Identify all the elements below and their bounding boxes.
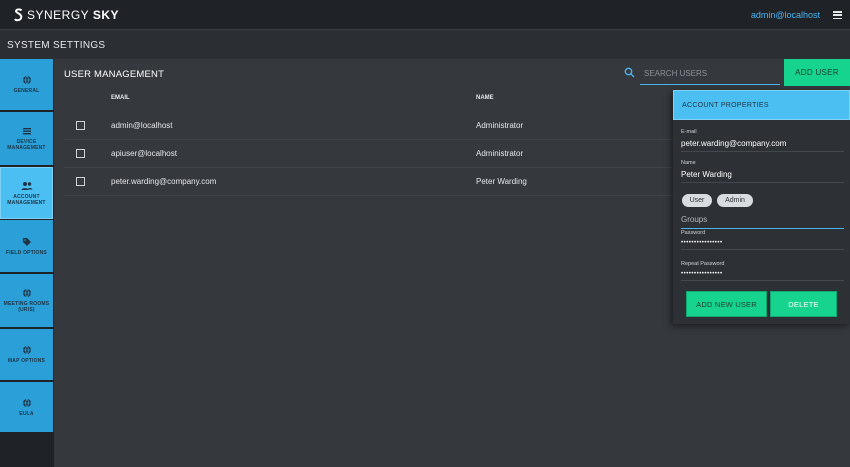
- globe-icon: [22, 75, 31, 85]
- search-input[interactable]: [640, 63, 780, 85]
- email-label: E-mail: [681, 129, 697, 135]
- synergy-logo-icon: [14, 8, 23, 22]
- hamburger-menu-icon[interactable]: [833, 11, 842, 19]
- table-row[interactable]: apiuser@localhost Administrator: [64, 140, 674, 168]
- tag-icon: [22, 237, 31, 246]
- sidebar-item-label: DEVICE MANAGEMENT: [7, 139, 46, 151]
- add-new-user-button[interactable]: ADD NEW USER: [686, 291, 767, 317]
- name-label: Name: [681, 160, 696, 166]
- sidebar-item-label: FIELD OPTIONS: [6, 249, 47, 256]
- password-label: Password: [681, 230, 706, 236]
- column-header-email[interactable]: EMAIL: [111, 95, 130, 101]
- table-header: EMAIL NAME: [54, 93, 674, 105]
- cell-email: apiuser@localhost: [111, 149, 177, 158]
- delete-button[interactable]: DELETE: [770, 291, 837, 317]
- sidebar-item-eula[interactable]: EULA: [0, 382, 53, 433]
- panel-title: ACCOUNT PROPERTIES: [682, 102, 769, 109]
- section-title: USER MANAGEMENT: [64, 69, 165, 80]
- repeat-password-field[interactable]: ••••••••••••••••: [681, 271, 844, 281]
- globe-icon: [22, 288, 31, 298]
- globe-icon: [22, 398, 31, 407]
- brand-name: SYNERGY SKY: [27, 8, 119, 22]
- globe-icon: [22, 345, 31, 355]
- sidebar-item-account-management[interactable]: ACCOUNT MANAGEMENT: [0, 167, 53, 219]
- sidebar-item-device-management[interactable]: DEVICE MANAGEMENT: [0, 112, 53, 166]
- cell-email: peter.warding@company.com: [111, 177, 217, 186]
- cell-name: Administrator: [476, 121, 524, 130]
- sidebar-item-label: ACCOUNT MANAGEMENT: [7, 193, 46, 206]
- brand-logo[interactable]: SYNERGY SKY: [14, 8, 119, 22]
- cell-email: admin@localhost: [111, 121, 173, 130]
- sidebar-item-label: GENERAL: [13, 88, 40, 94]
- groups-input[interactable]: [681, 211, 844, 229]
- row-checkbox[interactable]: [76, 149, 85, 158]
- sidebar-item-label: MEETING ROOMS (URIS): [3, 301, 50, 313]
- top-bar: SYNERGY SKY admin@localhost: [0, 0, 850, 30]
- current-user-link[interactable]: admin@localhost: [751, 10, 820, 20]
- sidebar: GENERAL DEVICE MANAGEMENT ACCOUNT MANAGE…: [0, 59, 54, 467]
- row-checkbox[interactable]: [76, 177, 85, 186]
- cell-name: Administrator: [476, 149, 524, 158]
- cell-name: Peter Warding: [476, 177, 527, 186]
- sidebar-item-label: MAP OPTIONS: [7, 358, 46, 364]
- email-field[interactable]: peter.warding@company.com: [681, 139, 844, 152]
- row-checkbox[interactable]: [76, 121, 85, 130]
- sidebar-item-field-options[interactable]: FIELD OPTIONS: [0, 220, 53, 273]
- table-row[interactable]: peter.warding@company.com Peter Warding: [64, 168, 674, 196]
- page-title: SYSTEM SETTINGS: [7, 40, 106, 51]
- password-field[interactable]: ••••••••••••••••: [681, 240, 844, 250]
- repeat-password-label: Repeat Password: [681, 261, 725, 267]
- sidebar-item-meeting-rooms[interactable]: MEETING ROOMS (URIS): [0, 274, 53, 328]
- sidebar-item-label: EULA: [19, 410, 34, 417]
- sidebar-item-general[interactable]: GENERAL: [0, 59, 53, 111]
- table-row[interactable]: admin@localhost Administrator: [64, 112, 674, 140]
- name-field[interactable]: Peter Warding: [681, 170, 844, 183]
- users-icon: [21, 181, 32, 190]
- account-properties-panel: ACCOUNT PROPERTIES E-mail peter.warding@…: [673, 90, 850, 324]
- group-chip-user[interactable]: User: [682, 194, 712, 207]
- sidebar-item-map-options[interactable]: MAP OPTIONS: [0, 329, 53, 381]
- panel-header: ACCOUNT PROPERTIES: [673, 90, 850, 120]
- add-user-button[interactable]: ADD USER: [784, 59, 850, 86]
- search-icon[interactable]: [624, 67, 635, 78]
- group-chip-admin[interactable]: Admin: [717, 194, 753, 207]
- column-header-name[interactable]: NAME: [476, 95, 494, 101]
- list-icon: [22, 128, 31, 135]
